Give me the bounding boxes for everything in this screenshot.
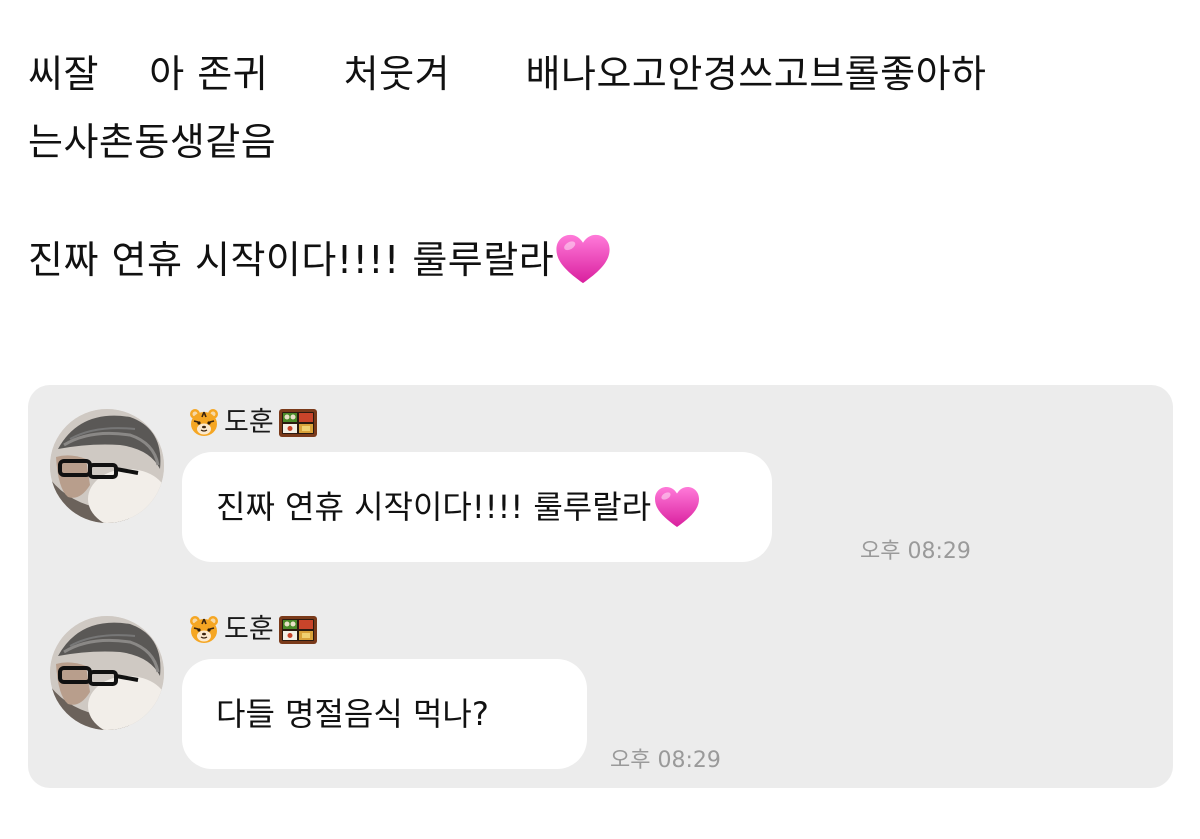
avatar[interactable]	[50, 409, 164, 523]
pink-heart-icon	[653, 485, 701, 529]
sender-name-row: 도훈	[188, 405, 318, 441]
avatar[interactable]	[50, 616, 164, 730]
message-text: 진짜 연휴 시작이다!!!! 룰루랄라	[216, 488, 652, 526]
bento-box-icon	[278, 407, 318, 439]
post-line-2: 는사촌동생같음	[28, 120, 277, 164]
post-line-3-wrapper: 진짜 연휴 시작이다!!!! 룰루랄라	[28, 226, 1178, 297]
message-time: 오후 08:29	[610, 748, 721, 773]
sender-name: 도훈	[224, 407, 274, 438]
post-line-3: 진짜 연휴 시작이다!!!! 룰루랄라	[28, 238, 555, 282]
post-text: 씨잘 아 존귀 처웃겨 배나오고안경쓰고브롤좋아하 는사촌동생같음 진짜 연휴 …	[28, 40, 1178, 297]
bento-box-icon	[278, 614, 318, 646]
message-time: 오후 08:29	[860, 539, 971, 564]
sender-name-row: 도훈	[188, 612, 318, 648]
message-text: 다들 명절음식 먹나?	[216, 695, 489, 733]
chat-screenshot-card: 도훈 진짜 연휴 시작이다!!!! 룰루랄라 오후 08:29 도훈 다들 명절…	[28, 385, 1173, 788]
tiger-face-icon	[188, 407, 220, 439]
tiger-face-icon	[188, 614, 220, 646]
sender-name: 도훈	[224, 614, 274, 645]
pink-heart-icon	[554, 229, 612, 297]
message-bubble[interactable]: 진짜 연휴 시작이다!!!! 룰루랄라	[182, 452, 772, 562]
post-line-1: 씨잘 아 존귀 처웃겨 배나오고안경쓰고브롤좋아하	[28, 52, 987, 96]
message-bubble[interactable]: 다들 명절음식 먹나?	[182, 659, 587, 769]
